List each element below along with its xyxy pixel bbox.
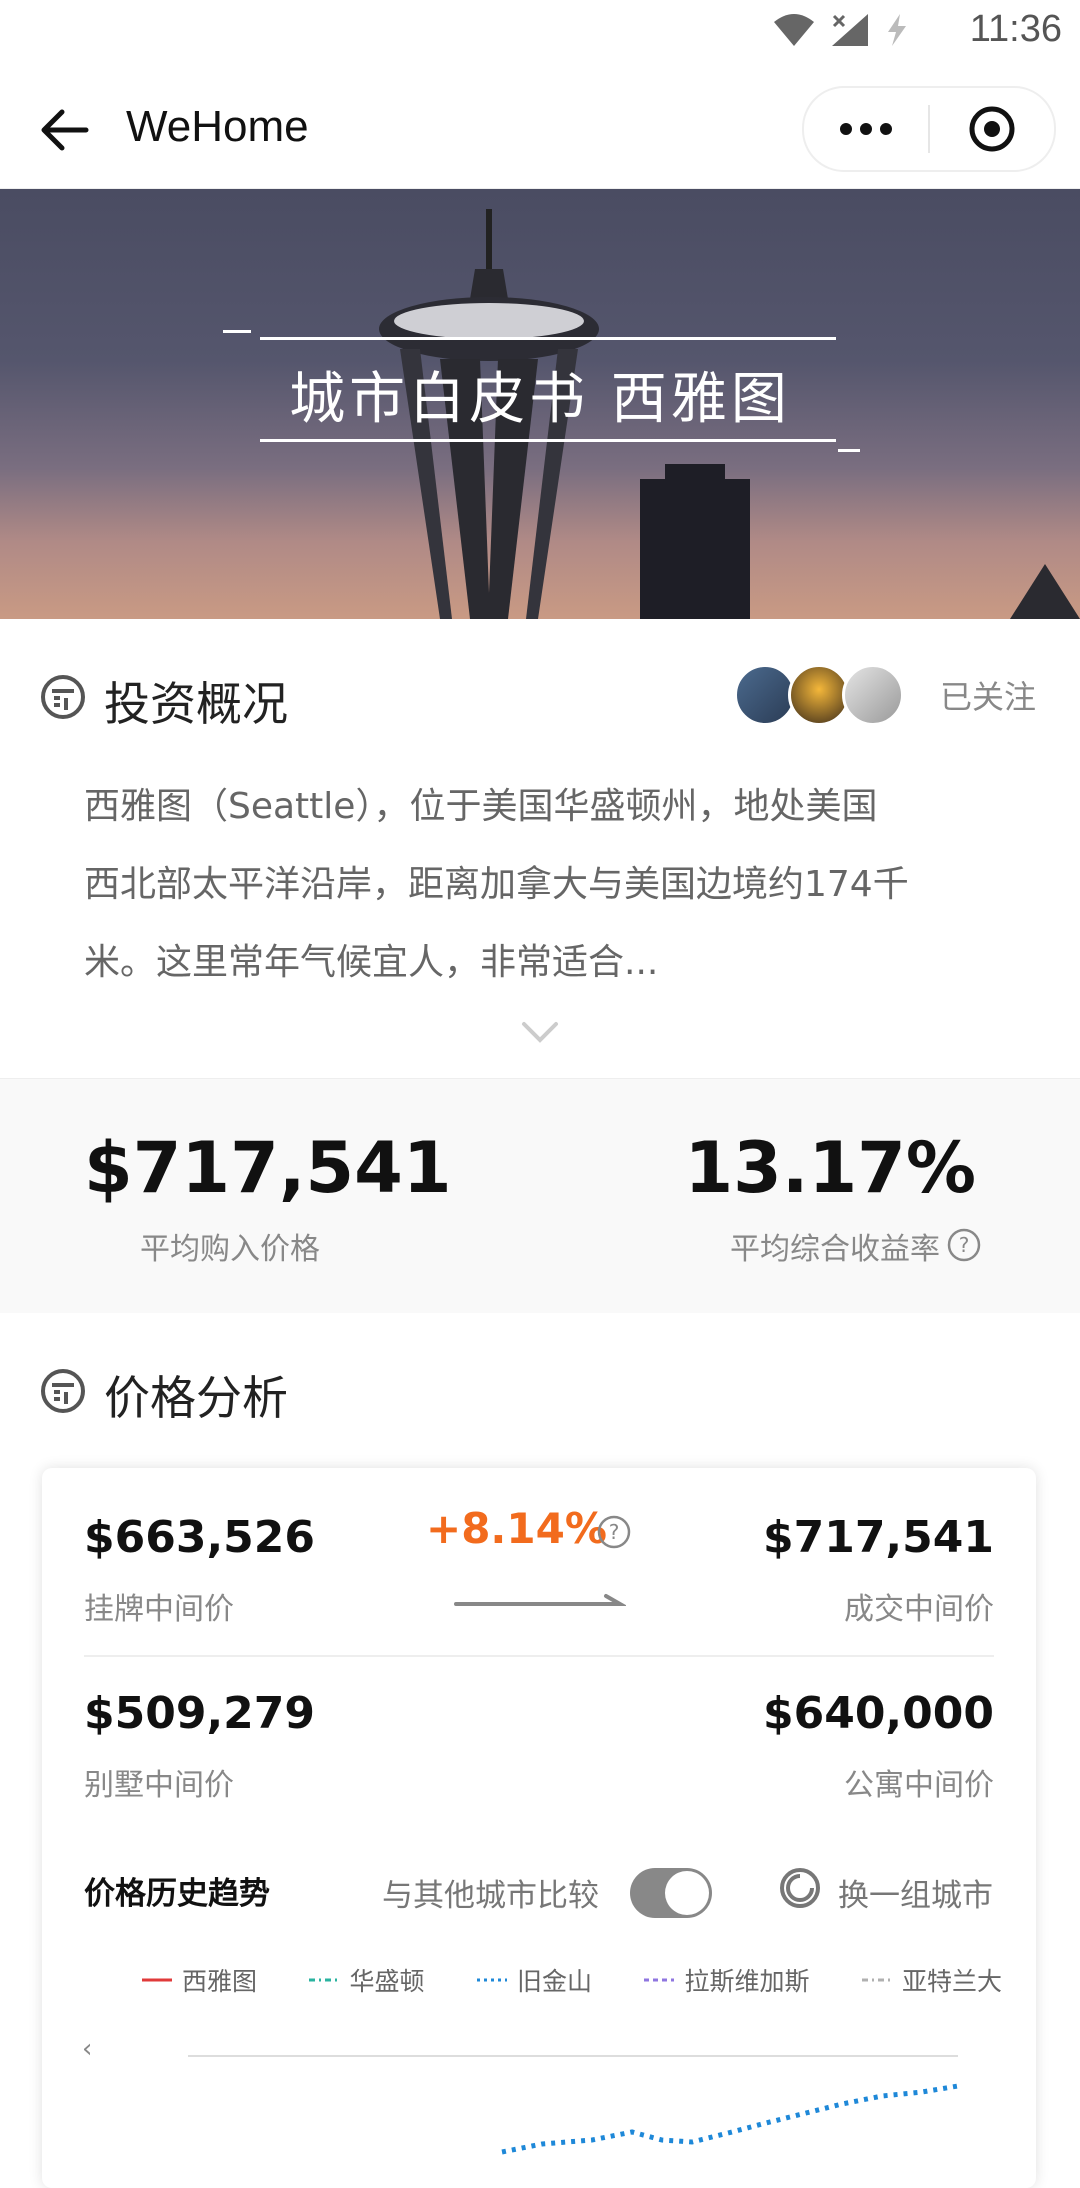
city-description: 西雅图（Seattle），位于美国华盛顿州，地处美国 西北部太平洋沿岸，距离加拿…: [84, 768, 1004, 1002]
price-trend-chart: [188, 2055, 959, 2155]
battery-charging-icon: [888, 14, 906, 46]
legend-label: 旧金山: [516, 1967, 592, 1996]
more-button[interactable]: [804, 88, 928, 170]
status-bar: 11:36: [0, 0, 1080, 70]
follower-avatars[interactable]: [734, 664, 904, 726]
price-card: $663,526 挂牌中间价 +8.14% ? $717,541 成交中间价 $…: [42, 1468, 1036, 2188]
avatar: [842, 664, 904, 726]
avatar: [734, 664, 796, 726]
banner-title: 城市白皮书 西雅图: [289, 367, 791, 432]
nav-bar: WeHome: [0, 70, 1080, 189]
villa-price-label: 别墅中间价: [84, 1768, 234, 1803]
overview-section-icon: [41, 675, 85, 719]
banner-bottom-accent: [838, 449, 860, 452]
card-divider: [84, 1655, 994, 1657]
signal-icon: [832, 14, 868, 46]
description-line: 米。这里常年气候宜人，非常适合...: [84, 942, 659, 983]
listing-price: $663,526: [84, 1512, 316, 1563]
avatar: [788, 664, 850, 726]
deal-price-label: 成交中间价: [844, 1592, 994, 1627]
villa-price: $509,279: [84, 1688, 316, 1739]
legend-label: 拉斯维加斯: [684, 1967, 810, 1996]
refresh-icon[interactable]: [778, 1866, 822, 1910]
compare-label: 与其他城市比较: [382, 1878, 599, 1914]
wifi-icon: [774, 14, 814, 46]
city-banner: 城市白皮书 西雅图: [0, 189, 1080, 619]
menu-capsule: [802, 86, 1056, 172]
help-icon[interactable]: ?: [946, 1227, 982, 1263]
description-line: 西北部太平洋沿岸，距离加拿大与美国边境约174千: [84, 864, 909, 905]
compare-toggle[interactable]: [630, 1868, 712, 1918]
legend-item[interactable]: 亚特兰大: [861, 1962, 1002, 1998]
svg-text:?: ?: [959, 1233, 970, 1257]
stats-band: $717,541 平均购入价格 13.17% 平均综合收益率 ?: [0, 1078, 1080, 1313]
status-icons: [772, 10, 910, 50]
legend-swatch: [861, 1978, 892, 1982]
chart-legend: 西雅图 华盛顿 旧金山 拉斯维加斯 亚特兰大: [142, 1962, 1002, 1998]
avg-return-rate: 13.17%: [684, 1127, 976, 1209]
legend-label: 西雅图: [182, 1967, 258, 1996]
nav-title: WeHome: [126, 102, 309, 151]
description-line: 西雅图（Seattle），位于美国华盛顿州，地处美国: [84, 786, 878, 827]
banner-bottom-line: [260, 439, 836, 442]
deal-price: $717,541: [762, 1512, 994, 1563]
legend-label: 亚特兰大: [901, 1967, 1002, 1996]
avg-purchase-price-label: 平均购入价格: [140, 1232, 320, 1267]
close-miniapp-button[interactable]: [930, 88, 1054, 170]
status-time: 11:36: [969, 8, 1062, 50]
price-section-icon: [41, 1369, 85, 1413]
apartment-price-label: 公寓中间价: [844, 1768, 994, 1803]
price-analysis-title: 价格分析: [104, 1371, 288, 1425]
legend-item[interactable]: 西雅图: [142, 1962, 257, 1998]
expand-chevron-icon[interactable]: [520, 1018, 560, 1048]
legend-item[interactable]: 旧金山: [476, 1962, 592, 1998]
listing-price-label: 挂牌中间价: [84, 1592, 234, 1627]
avg-purchase-price: $717,541: [84, 1127, 452, 1209]
overview-title: 投资概况: [104, 677, 288, 731]
svg-text:?: ?: [609, 1520, 620, 1544]
followed-status[interactable]: 已关注: [940, 672, 1036, 718]
legend-swatch: [142, 1978, 172, 1982]
legend-label: 华盛顿: [349, 1967, 425, 1996]
trend-title: 价格历史趋势: [84, 1876, 270, 1912]
help-icon[interactable]: ?: [596, 1514, 632, 1550]
swap-cities-button[interactable]: 换一组城市: [838, 1870, 993, 1915]
legend-swatch: [644, 1978, 675, 1982]
back-arrow-icon[interactable]: [34, 100, 94, 160]
legend-item[interactable]: 拉斯维加斯: [644, 1962, 809, 1998]
legend-swatch: [309, 1978, 340, 1982]
legend-swatch: [476, 1978, 507, 1982]
toggle-knob: [665, 1871, 709, 1915]
series-line-sanfrancisco: [501, 2083, 959, 2155]
avg-return-rate-label: 平均综合收益率: [730, 1232, 940, 1267]
legend-item[interactable]: 华盛顿: [309, 1962, 425, 1998]
banner-top-accent: [223, 330, 251, 333]
more-dots-icon: [840, 123, 892, 135]
banner-top-line: [260, 337, 836, 340]
right-arrow-icon: [454, 1594, 626, 1606]
apartment-price: $640,000: [762, 1688, 994, 1739]
price-change-percent: +8.14%: [426, 1504, 607, 1553]
target-close-icon: [969, 106, 1015, 152]
